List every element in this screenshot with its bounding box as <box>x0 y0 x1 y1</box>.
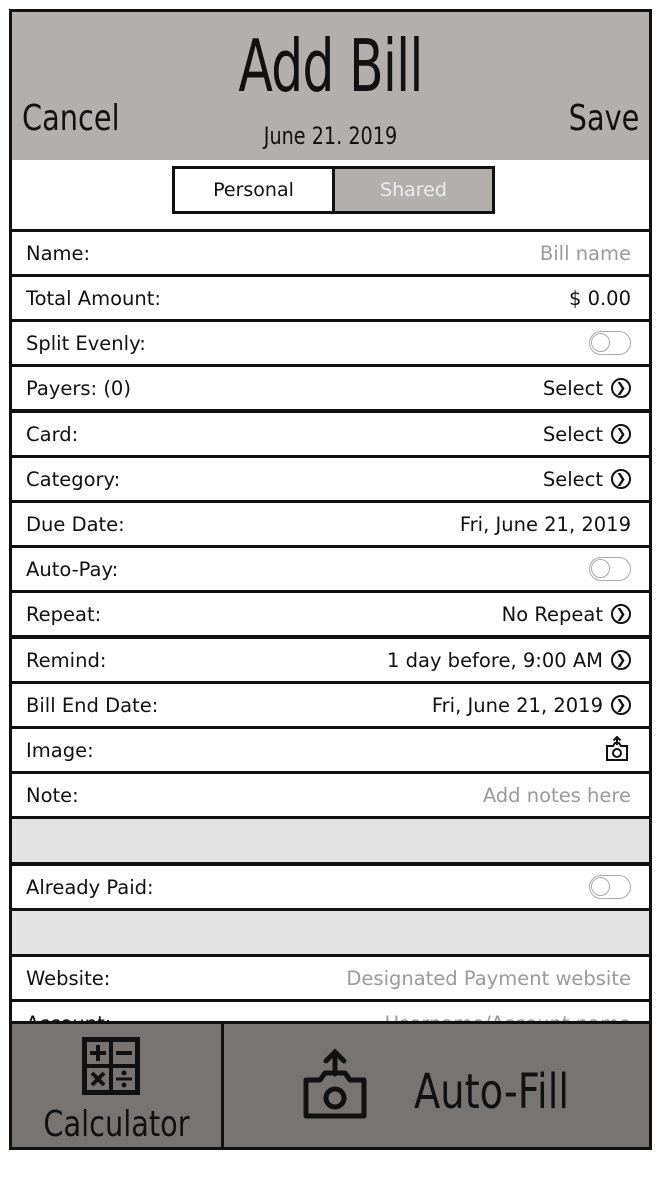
name-row[interactable]: Name: Bill name <box>12 229 649 274</box>
split-evenly-label: Split Evenly: <box>26 331 146 355</box>
bill-end-date-value[interactable]: Fri, June 21, 2019 <box>432 694 603 717</box>
total-amount-label: Total Amount: <box>26 286 161 310</box>
website-input[interactable]: Designated Payment website <box>346 967 631 990</box>
card-label: Card: <box>26 422 79 446</box>
name-label: Name: <box>26 241 91 265</box>
chevron-right-icon[interactable]: ❯ <box>611 469 631 489</box>
section-separator <box>12 908 649 954</box>
calculator-button[interactable]: Calculator <box>12 1024 224 1147</box>
note-label: Note: <box>26 783 79 807</box>
website-label: Website: <box>26 966 111 990</box>
due-date-row[interactable]: Due Date: Fri, June 21, 2019 <box>12 500 649 545</box>
already-paid-toggle[interactable] <box>589 875 631 899</box>
category-value[interactable]: Select <box>543 468 603 491</box>
auto-pay-label: Auto-Pay: <box>26 557 119 581</box>
note-input[interactable]: Add notes here <box>483 784 631 807</box>
payers-value[interactable]: Select <box>543 377 603 400</box>
category-row[interactable]: Category: Select ❯ <box>12 455 649 500</box>
header-bar: Cancel Add Bill June 21. 2019 Save <box>12 12 649 160</box>
note-row[interactable]: Note: Add notes here <box>12 771 649 816</box>
bottom-toolbar: Calculator Auto-Fill <box>12 1021 649 1147</box>
auto-fill-button[interactable]: Auto-Fill <box>224 1024 649 1147</box>
payers-label: Payers: (0) <box>26 376 131 400</box>
camera-upload-icon[interactable] <box>603 736 631 764</box>
total-amount-row[interactable]: Total Amount: $ 0.00 <box>12 274 649 319</box>
category-label: Category: <box>26 467 121 491</box>
name-input[interactable]: Bill name <box>540 242 631 265</box>
already-paid-label: Already Paid: <box>26 875 154 899</box>
already-paid-row: Already Paid: <box>12 862 649 908</box>
repeat-value[interactable]: No Repeat <box>502 603 603 626</box>
due-date-value[interactable]: Fri, June 21, 2019 <box>460 513 631 536</box>
image-label: Image: <box>26 738 94 762</box>
card-row[interactable]: Card: Select ❯ <box>12 409 649 455</box>
repeat-row[interactable]: Repeat: No Repeat ❯ <box>12 590 649 635</box>
website-row[interactable]: Website: Designated Payment website <box>12 954 649 999</box>
auto-pay-toggle[interactable] <box>589 557 631 581</box>
chevron-right-icon[interactable]: ❯ <box>611 378 631 398</box>
save-button[interactable]: Save <box>568 98 639 139</box>
app-frame: Cancel Add Bill June 21. 2019 Save Perso… <box>9 9 652 1150</box>
segment-shared[interactable]: Shared <box>335 169 492 211</box>
chevron-right-icon[interactable]: ❯ <box>611 650 631 670</box>
chevron-right-icon[interactable]: ❯ <box>611 424 631 444</box>
due-date-label: Due Date: <box>26 512 125 536</box>
bill-end-date-label: Bill End Date: <box>26 693 159 717</box>
calculator-label: Calculator <box>43 1104 190 1145</box>
page-title: Add Bill <box>238 24 423 108</box>
remind-label: Remind: <box>26 648 107 672</box>
split-evenly-row: Split Evenly: <box>12 319 649 364</box>
auto-fill-label: Auto-Fill <box>414 1064 570 1120</box>
bill-form: Name: Bill name Total Amount: $ 0.00 Spl… <box>12 229 649 1044</box>
bill-type-segment: Personal Shared <box>172 166 495 214</box>
chevron-right-icon[interactable]: ❯ <box>611 695 631 715</box>
payers-row[interactable]: Payers: (0) Select ❯ <box>12 364 649 409</box>
auto-pay-row: Auto-Pay: <box>12 545 649 590</box>
total-amount-input[interactable]: $ 0.00 <box>569 287 631 310</box>
chevron-right-icon[interactable]: ❯ <box>611 604 631 624</box>
segment-personal[interactable]: Personal <box>175 169 335 211</box>
page-date: June 21. 2019 <box>263 122 398 150</box>
repeat-label: Repeat: <box>26 602 102 626</box>
card-value[interactable]: Select <box>543 423 603 446</box>
bill-end-date-row[interactable]: Bill End Date: Fri, June 21, 2019 ❯ <box>12 681 649 726</box>
split-evenly-toggle[interactable] <box>589 331 631 355</box>
calculator-icon <box>82 1037 140 1095</box>
section-separator <box>12 816 649 862</box>
remind-value[interactable]: 1 day before, 9:00 AM <box>387 649 603 672</box>
camera-upload-icon <box>303 1048 367 1119</box>
remind-row[interactable]: Remind: 1 day before, 9:00 AM ❯ <box>12 635 649 681</box>
image-row[interactable]: Image: <box>12 726 649 771</box>
